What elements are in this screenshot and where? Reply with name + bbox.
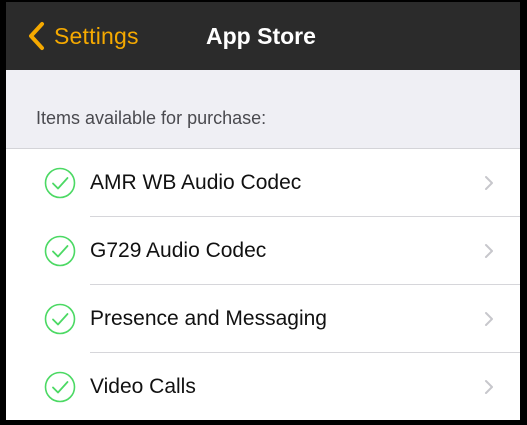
back-button[interactable]: Settings [26,16,139,56]
list-item-presence-and-messaging[interactable]: Presence and Messaging [6,285,520,353]
section-header: Items available for purchase: [36,108,267,128]
chevron-left-icon [29,22,44,50]
list-item-g729-audio-codec[interactable]: G729 Audio Codec [6,217,520,285]
check-circle-icon [44,303,76,335]
check-circle-icon [44,167,76,199]
chevron-right-icon [485,312,493,326]
list-item-label: AMR WB Audio Codec [90,171,302,194]
list-item-label: G729 Audio Codec [90,239,267,262]
purchase-items-list: AMR WB Audio Codec G729 Audio Codec Pres… [6,148,520,420]
check-circle-icon [44,371,76,403]
chevron-right-icon [485,244,493,258]
chevron-right-icon [485,380,493,394]
check-circle-icon [44,235,76,267]
page-title: App Store [206,23,316,49]
navigation-bar: Settings App Store [6,2,520,70]
list-item-label: Video Calls [90,375,196,398]
back-button-label: Settings [54,22,139,49]
list-item-video-calls[interactable]: Video Calls [6,353,520,420]
list-item-amr-wb-audio-codec[interactable]: AMR WB Audio Codec [6,149,520,217]
app-store-screen: Settings App Store Items available for p… [6,2,520,420]
list-item-label: Presence and Messaging [90,307,327,330]
chevron-right-icon [485,176,493,190]
